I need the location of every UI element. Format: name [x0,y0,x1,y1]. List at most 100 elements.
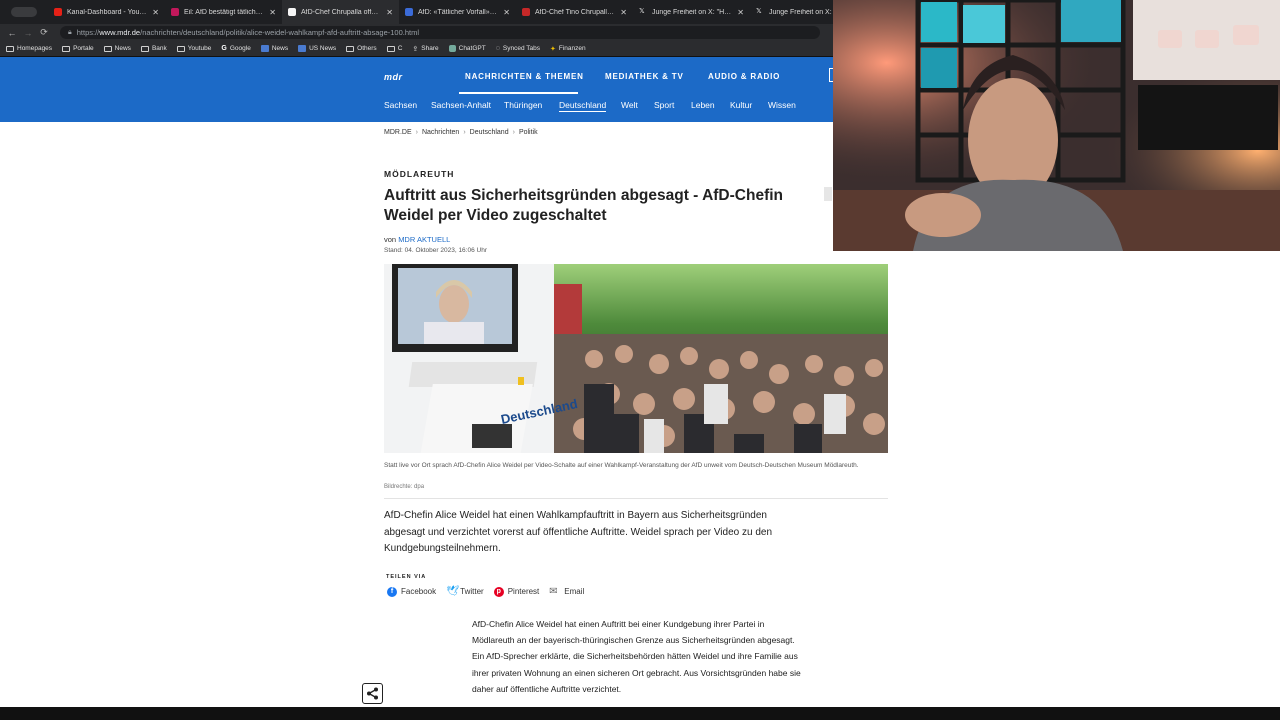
taskbar [0,707,1280,720]
article-body: AfD-Chefin Alice Weidel hat einen Auftri… [472,619,801,694]
x-logo-icon: 𝕏 [639,8,645,15]
article-headline: Auftritt aus Sicherheitsgründen abgesagt… [384,187,784,224]
browser-tab[interactable]: Eil: AfD bestätigt tätlichen A ✕ [165,0,282,24]
chart-icon: ✦ [550,45,556,53]
close-tab-icon[interactable]: ✕ [386,8,393,17]
folder-icon [176,45,185,52]
breadcrumb-item[interactable]: Nachrichten [422,129,459,136]
image-credit: Bildrechte: dpa [384,484,425,490]
subnav-sachsen[interactable]: Sachsen [384,100,417,110]
x-logo-icon: 𝕏 [756,8,762,15]
chevron-right-icon: › [512,129,515,136]
folder-icon [386,45,395,52]
lock-icon: 🔒︎ [68,28,72,36]
breadcrumb: MDR.DE › Nachrichten › Deutschland › Politi… [384,129,538,136]
breadcrumb-item[interactable]: MDR.DE [384,129,412,136]
google-icon: G [221,45,227,52]
share-facebook-button[interactable]: f Facebook [387,586,436,597]
bookmark-folder[interactable]: Youtube [176,45,211,52]
subnav-sachsen-anhalt[interactable]: Sachsen-Anhalt [431,100,491,110]
folder-icon [103,45,112,52]
author-link[interactable]: MDR AKTUELL [398,235,450,244]
bookmark-google[interactable]: G Google [221,45,250,52]
pinterest-icon: p [493,586,504,597]
browser-tab[interactable]: AfD-Chef Tino Chrupalla ins ✕ [516,0,633,24]
subnav-welt[interactable]: Welt [621,100,638,110]
share-icon: ⇪ [412,45,419,53]
bookmark-folder[interactable]: Others [346,45,377,52]
sync-icon: ◌ [495,45,500,52]
folder-icon [62,45,71,52]
browser-tab-active[interactable]: AfD-Chef Chrupalla offenbar ✕ [282,0,399,24]
divider [384,498,888,499]
share-icon [367,687,378,700]
browser-tab[interactable]: Kanal-Dashboard - YouTube ✕ [48,0,165,24]
share-buttons: f Facebook 🕊︎ Twitter p Pinterest ✉ Email [387,586,584,597]
close-tab-icon[interactable]: ✕ [737,8,744,17]
scroll-indicator [824,187,832,201]
article-byline: von MDR AKTUELL [384,235,451,244]
share-label: TEILEN VIA [386,574,427,580]
chatgpt-icon [448,45,456,52]
bookmark-share[interactable]: ⇪ Share [412,45,438,53]
chevron-right-icon: › [415,129,418,136]
bookmark-folder[interactable]: Portale [62,45,94,52]
folder-icon [346,45,355,52]
floating-share-button[interactable] [362,683,383,704]
topnav-mediathek[interactable]: MEDIATHEK & TV [605,72,684,81]
subnav-deutschland[interactable]: Deutschland [559,100,607,112]
bookmark-folder[interactable]: C [386,45,402,52]
topnav-nachrichten[interactable]: NACHRICHTEN & THEMEN [465,72,584,81]
facebook-icon: f [387,586,397,597]
breadcrumb-item[interactable]: Politik [519,129,538,136]
bookmark-news[interactable]: News [260,45,288,52]
bookmark-chatgpt[interactable]: ChatGPT [448,45,486,52]
mdr-logo[interactable]: mdr [384,72,403,82]
article-date: Stand: 04. Oktober 2023, 16:06 Uhr [384,247,487,254]
subnav-wissen[interactable]: Wissen [768,100,796,110]
article-image[interactable]: Deutschland [384,264,888,453]
folder-icon [6,45,14,52]
twitter-icon: 🕊︎ [446,586,459,597]
subnav-sport[interactable]: Sport [654,100,674,110]
back-icon[interactable]: ← [4,28,20,38]
bookmark-folder[interactable]: Bank [140,45,167,52]
close-tab-icon[interactable]: ✕ [503,8,510,17]
close-tab-icon[interactable]: ✕ [152,8,159,17]
tab-favicon-icon [288,8,296,16]
browser-tab[interactable]: AfD: «Tätlicher Vorfall» gegen✕ [399,0,516,24]
reload-icon[interactable]: ⟳ [36,27,52,38]
folder-icon [140,45,149,52]
tab-favicon-icon [405,8,413,16]
bookmark-synced-tabs[interactable]: ◌ Synced Tabs [496,45,540,52]
email-icon: ✉ [549,586,558,597]
chevron-right-icon: › [463,129,466,136]
tab-favicon-icon [522,8,530,16]
topnav-audio[interactable]: AUDIO & RADIO [708,72,780,81]
url-field[interactable]: 🔒︎ https://www.mdr.de/nachrichten/deutsc… [60,26,820,39]
breadcrumb-item[interactable]: Deutschland [470,129,509,136]
bookmark-folder[interactable]: Homepages [6,45,52,52]
share-email-button[interactable]: ✉ Email [549,586,584,597]
news-icon [298,45,307,52]
webcam-overlay [833,0,1280,251]
subnav-leben[interactable]: Leben [691,100,715,110]
bookmark-us-news[interactable]: US News [298,45,336,52]
subnav-thueringen[interactable]: Thüringen [504,100,542,110]
bookmark-folder[interactable]: News [103,45,131,52]
share-twitter-button[interactable]: 🕊︎ Twitter [446,586,484,597]
article-lead: AfD-Chefin Alice Weidel hat einen Wahlka… [384,510,773,554]
bookmark-finanzen[interactable]: ✦ Finanzen [550,45,586,53]
share-pinterest-button[interactable]: p Pinterest [493,586,539,597]
close-tab-icon[interactable]: ✕ [269,8,276,17]
tab-favicon-icon [171,8,179,16]
tab-favicon-icon [54,8,62,16]
topnav-active-indicator [459,92,578,94]
image-caption: Statt live vor Ort sprach AfD-Chefin Ali… [384,462,859,469]
forward-icon[interactable]: → [20,28,36,38]
window-controls[interactable] [0,0,48,24]
subnav-kultur[interactable]: Kultur [730,100,752,110]
article-kicker: MÖDLAREUTH [384,169,455,179]
browser-tab[interactable]: 𝕏 Junge Freiheit on X: "Hier wi ✕ [633,0,750,24]
close-tab-icon[interactable]: ✕ [620,8,627,17]
